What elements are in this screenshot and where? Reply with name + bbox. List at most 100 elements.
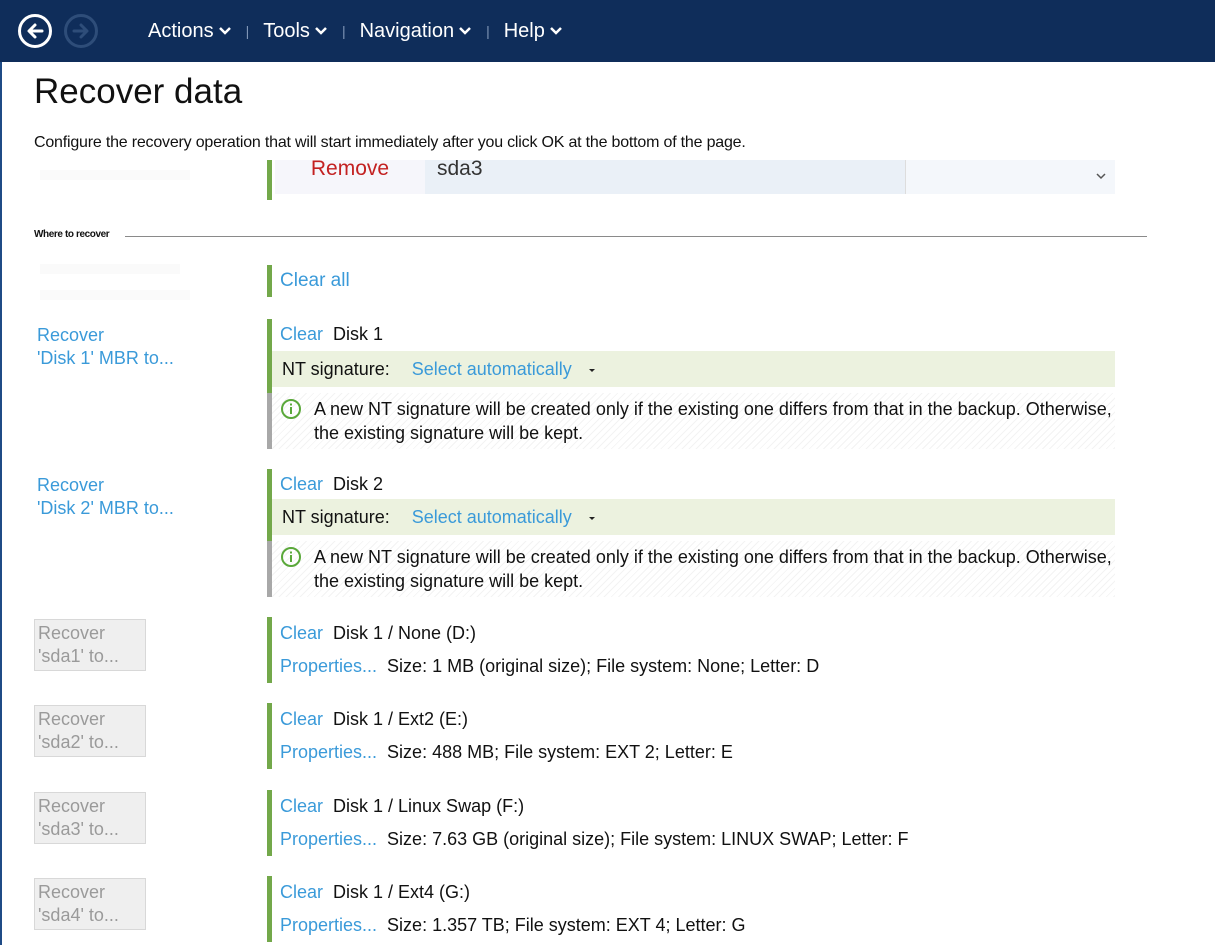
section-label: Where to recover — [34, 229, 110, 240]
menu-navigation-label: Navigation — [359, 19, 455, 42]
faded-text — [40, 170, 190, 180]
clear-all-link[interactable]: Clear all — [280, 270, 350, 292]
remove-action[interactable]: Remove — [275, 160, 425, 194]
button-line: Recover — [38, 709, 106, 729]
target-name: Disk 1 / Linux Swap (F:) — [333, 796, 525, 816]
button-line: Recover — [38, 882, 106, 902]
disk-name: Disk 2 — [333, 474, 384, 494]
button-line: Recover — [38, 623, 106, 643]
arrow-left-icon — [27, 23, 44, 39]
clear-link[interactable]: Clear — [280, 324, 323, 344]
link-line: Recover — [37, 325, 105, 345]
chevron-down-icon — [549, 27, 562, 35]
target-name: Disk 1 / Ext4 (G:) — [333, 882, 471, 902]
sda4-target-header: Clear Disk 1 / Ext4 (G:) — [280, 882, 470, 903]
nt-signature-select[interactable]: Select automatically — [412, 507, 597, 527]
target-details: Size: 488 MB; File system: EXT 2; Letter… — [387, 742, 733, 762]
link-line: 'Disk 1' MBR to... — [37, 348, 174, 368]
button-line: 'sda4' to... — [38, 905, 119, 925]
row-accent-bar — [267, 876, 272, 942]
nt-signature-select[interactable]: Select automatically — [412, 359, 597, 379]
menu-separator: | — [245, 23, 250, 39]
faded-text — [40, 290, 190, 300]
clear-link[interactable]: Clear — [280, 796, 323, 816]
recover-sda1-button[interactable]: Recover 'sda1' to... — [34, 619, 146, 671]
info-icon — [281, 547, 301, 567]
row-accent-bar — [267, 703, 272, 769]
menu-separator: | — [341, 23, 346, 39]
disk2-mbr-header: Clear Disk 2 — [280, 474, 383, 495]
chevron-down-icon — [218, 27, 231, 35]
target-name: Disk 1 / None (D:) — [333, 623, 477, 643]
properties-link[interactable]: Properties... — [280, 915, 377, 935]
sda3-target-details: Properties... Size: 7.63 GB (original siz… — [280, 829, 909, 850]
chevron-down-icon — [1096, 173, 1106, 180]
nt-signature-value: Select automatically — [411, 507, 572, 527]
clear-link[interactable]: Clear — [280, 709, 323, 729]
recover-disk1-mbr-link[interactable]: Recover 'Disk 1' MBR to... — [37, 324, 174, 370]
button-line: Recover — [38, 796, 106, 816]
button-line: 'sda2' to... — [38, 732, 119, 752]
nt-signature-value: Select automatically — [411, 359, 572, 379]
properties-link[interactable]: Properties... — [280, 656, 377, 676]
caret-down-icon — [588, 517, 595, 520]
menu-actions[interactable]: Actions — [148, 20, 232, 43]
sda4-target-details: Properties... Size: 1.357 TB; File system… — [280, 915, 746, 936]
section-divider — [125, 236, 1147, 237]
remove-item-value: sda3 — [425, 160, 905, 194]
sda3-target-header: Clear Disk 1 / Linux Swap (F:) — [280, 796, 524, 817]
menu-actions-label: Actions — [148, 19, 214, 42]
menu-navigation[interactable]: Navigation — [360, 20, 473, 43]
properties-link[interactable]: Properties... — [280, 829, 377, 849]
nt-signature-info: A new NT signature will be created only … — [272, 541, 1115, 597]
caret-down-icon — [588, 369, 595, 372]
forward-button[interactable] — [64, 14, 98, 48]
nt-signature-label: NT signature: — [282, 507, 390, 527]
page-left-border — [0, 62, 2, 945]
arrow-right-icon — [72, 23, 89, 39]
nt-signature-row: NT signature: Select automatically — [272, 499, 1115, 535]
target-name: Disk 1 / Ext2 (E:) — [333, 709, 469, 729]
target-details: Size: 1.357 TB; File system: EXT 4; Lett… — [387, 915, 746, 935]
nt-signature-label: NT signature: — [282, 359, 390, 379]
menu-tools-label: Tools — [263, 19, 310, 42]
clear-link[interactable]: Clear — [280, 474, 323, 494]
nt-signature-info: A new NT signature will be created only … — [272, 393, 1115, 449]
page-subtitle: Configure the recovery operation that wi… — [34, 134, 746, 151]
recover-sda4-button[interactable]: Recover 'sda4' to... — [34, 878, 146, 930]
target-details: Size: 7.63 GB (original size); File syst… — [387, 829, 909, 849]
recover-sda3-button[interactable]: Recover 'sda3' to... — [34, 792, 146, 844]
disk-name: Disk 1 — [333, 324, 384, 344]
recover-sda2-button[interactable]: Recover 'sda2' to... — [34, 705, 146, 757]
row-accent-bar — [267, 790, 272, 856]
target-details: Size: 1 MB (original size); File system:… — [387, 656, 820, 676]
link-line: Recover — [37, 475, 105, 495]
menu-help-label: Help — [503, 19, 545, 42]
menu-tools[interactable]: Tools — [263, 20, 328, 43]
row-accent-bar — [267, 617, 272, 683]
info-text: A new NT signature will be created only … — [314, 547, 1112, 591]
top-navigation-bar: Actions | Tools | Navigation | Help — [0, 0, 1215, 62]
chevron-down-icon — [459, 27, 471, 35]
sda1-target-details: Properties... Size: 1 MB (original size);… — [280, 656, 819, 677]
menu-help[interactable]: Help — [504, 20, 563, 43]
button-line: 'sda1' to... — [38, 646, 119, 666]
row-accent-bar — [267, 160, 272, 200]
info-icon — [281, 399, 301, 419]
scrolled-remove-row: Remove sda3 — [267, 160, 1115, 200]
button-line: 'sda3' to... — [38, 819, 119, 839]
chevron-down-icon — [315, 27, 327, 35]
clear-link[interactable]: Clear — [280, 882, 323, 902]
remove-row-dropdown[interactable] — [905, 160, 1115, 194]
properties-link[interactable]: Properties... — [280, 742, 377, 762]
sda1-target-header: Clear Disk 1 / None (D:) — [280, 623, 476, 644]
recover-disk2-mbr-link[interactable]: Recover 'Disk 2' MBR to... — [37, 474, 174, 520]
sda2-target-details: Properties... Size: 488 MB; File system: … — [280, 742, 733, 763]
info-text: A new NT signature will be created only … — [314, 399, 1112, 443]
main-menu: Actions | Tools | Navigation | Help — [148, 0, 563, 62]
clear-link[interactable]: Clear — [280, 623, 323, 643]
back-button[interactable] — [18, 14, 52, 48]
menu-separator: | — [486, 23, 490, 39]
row-accent-bar — [267, 265, 272, 297]
sda2-target-header: Clear Disk 1 / Ext2 (E:) — [280, 709, 468, 730]
